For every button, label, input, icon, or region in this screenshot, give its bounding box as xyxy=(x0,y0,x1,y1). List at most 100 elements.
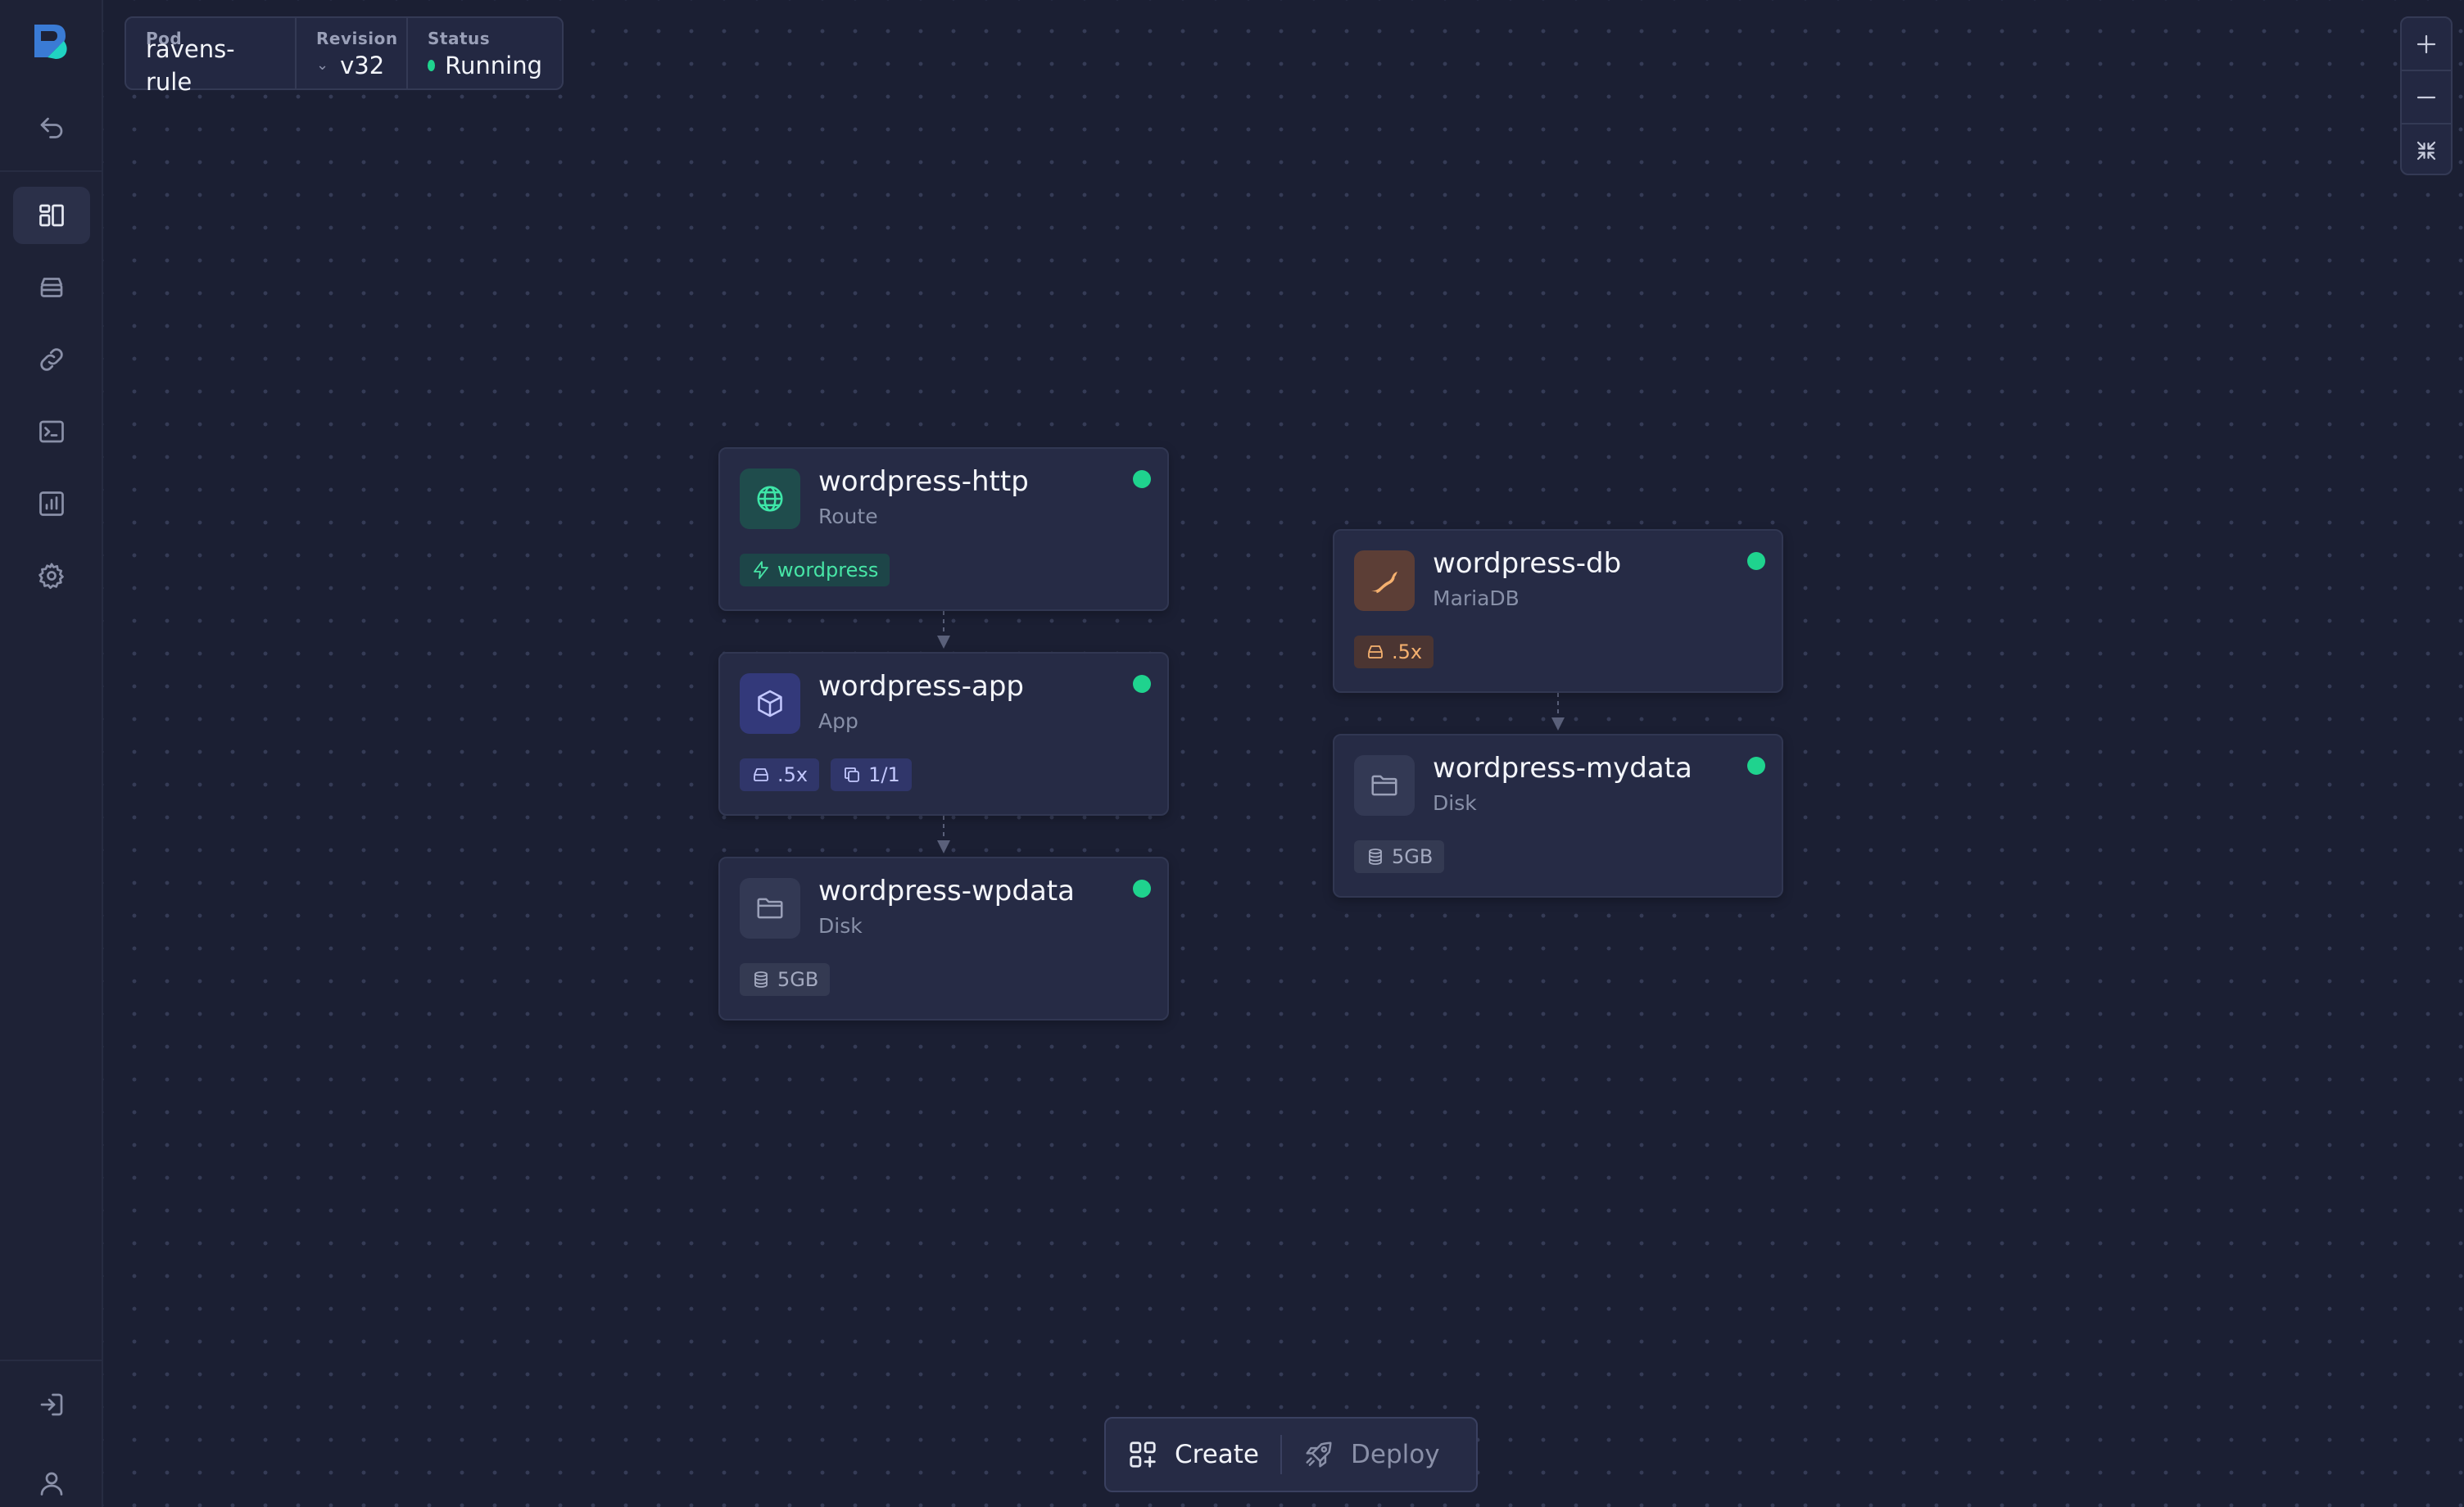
node-icon-box xyxy=(740,468,800,529)
badge-text: 1/1 xyxy=(868,763,900,786)
zoom-out-icon xyxy=(2416,96,2436,98)
sidebar xyxy=(0,0,103,1507)
chevron-down-icon: ⌄ xyxy=(316,57,329,74)
node-wordpress-mydata[interactable]: wordpress-mydata Disk 5GB xyxy=(1333,734,1783,898)
node-icon-box xyxy=(1354,550,1415,611)
sidebar-item-account[interactable] xyxy=(13,1455,90,1507)
sidebar-item-settings[interactable] xyxy=(13,547,90,604)
cpu-badge[interactable]: .5x xyxy=(740,758,820,791)
node-wordpress-app[interactable]: wordpress-app App .5x 1/1 xyxy=(718,652,1169,816)
deploy-label: Deploy xyxy=(1351,1440,1440,1469)
node-badges: .5x xyxy=(1354,636,1434,668)
revision-value: v32 xyxy=(340,52,385,79)
app-logo[interactable] xyxy=(31,21,72,61)
status-dot-icon xyxy=(1133,880,1151,898)
status-dot-icon xyxy=(1133,675,1151,693)
node-wordpress-wpdata[interactable]: wordpress-wpdata Disk 5GB xyxy=(718,857,1169,1021)
zoom-in-button[interactable] xyxy=(2402,18,2451,71)
app-root: Pod ravens-rule Revision ⌄ v32 Status Ru… xyxy=(0,0,2464,1507)
layout-icon xyxy=(39,204,64,227)
fit-view-button[interactable] xyxy=(2402,124,2451,176)
status-dot-icon xyxy=(1133,470,1151,488)
sidebar-item-login[interactable] xyxy=(13,1376,90,1433)
folder-icon xyxy=(1371,775,1397,796)
mariadb-seal-icon xyxy=(1371,571,1397,594)
node-badges: wordpress xyxy=(740,554,890,586)
gear-icon xyxy=(38,563,64,590)
node-badges: 5GB xyxy=(1354,840,1445,873)
sidebar-item-back[interactable] xyxy=(13,100,90,157)
zoom-in-icon xyxy=(2416,34,2436,53)
status-dot-icon xyxy=(1747,757,1765,775)
replicas-badge[interactable]: 1/1 xyxy=(831,758,912,791)
status-value: Running xyxy=(445,52,542,79)
folder-icon xyxy=(757,898,783,919)
sidebar-item-storage[interactable] xyxy=(13,259,90,316)
badge-text: .5x xyxy=(777,763,808,786)
revision-selector[interactable]: Revision ⌄ v32 xyxy=(297,18,408,88)
node-icon-box xyxy=(1354,755,1415,816)
badge-text: .5x xyxy=(1392,640,1423,663)
add-grid-icon xyxy=(1130,1441,1156,1468)
zoom-out-button[interactable] xyxy=(2402,71,2451,124)
disk-size-badge[interactable]: 5GB xyxy=(740,963,831,996)
database-tray-icon xyxy=(40,278,63,297)
badge-text: wordpress xyxy=(777,559,879,582)
status-dot-icon xyxy=(1747,552,1765,570)
badge-text: 5GB xyxy=(1392,845,1434,868)
node-badges: .5x 1/1 xyxy=(740,758,912,791)
node-title: wordpress-app xyxy=(818,670,1024,703)
node-subtitle: App xyxy=(818,709,858,733)
bar-chart-icon xyxy=(39,491,64,516)
terminal-icon xyxy=(39,420,64,443)
zoom-controls xyxy=(2400,16,2453,175)
sidebar-divider-bottom xyxy=(0,1360,103,1361)
pod-name: ravens-rule xyxy=(146,35,235,96)
sidebar-item-links[interactable] xyxy=(13,331,90,388)
node-icon-box xyxy=(740,878,800,939)
rocket-icon xyxy=(1306,1441,1332,1468)
fit-view-icon xyxy=(2416,141,2436,160)
node-subtitle: Disk xyxy=(1433,791,1477,815)
login-icon xyxy=(40,1393,63,1416)
create-button[interactable]: Create xyxy=(1106,1419,1280,1491)
node-subtitle: MariaDB xyxy=(1433,586,1520,610)
connector-db-mydata xyxy=(1551,693,1565,731)
create-label: Create xyxy=(1175,1440,1260,1469)
status-dot-icon xyxy=(428,60,436,71)
pod-info-panel: Pod ravens-rule Revision ⌄ v32 Status Ru… xyxy=(125,16,564,96)
connector-app-wpdata xyxy=(937,816,950,853)
bolt-icon xyxy=(754,561,768,579)
disk-size-badge[interactable]: 5GB xyxy=(1354,840,1445,873)
sidebar-item-overview[interactable] xyxy=(13,187,90,244)
revision-value-row: ⌄ v32 xyxy=(316,49,387,82)
globe-icon xyxy=(757,486,783,512)
node-icon-box xyxy=(740,673,800,734)
cube-icon xyxy=(758,690,782,717)
pod-cell[interactable]: Pod ravens-rule xyxy=(126,18,297,96)
route-badge[interactable]: wordpress xyxy=(740,554,890,586)
cpu-badge[interactable]: .5x xyxy=(1354,636,1434,668)
user-icon xyxy=(40,1472,63,1496)
sidebar-item-terminal[interactable] xyxy=(13,403,90,460)
node-wordpress-db[interactable]: wordpress-db MariaDB .5x xyxy=(1333,529,1783,693)
node-wordpress-http[interactable]: wordpress-http Route wordpress xyxy=(718,447,1169,611)
undo-icon xyxy=(40,117,63,138)
connector-http-app xyxy=(937,611,950,649)
sidebar-item-metrics[interactable] xyxy=(13,475,90,532)
bottom-toolbar: Create Deploy xyxy=(1104,1417,1478,1492)
node-subtitle: Disk xyxy=(818,914,863,938)
deploy-button[interactable]: Deploy xyxy=(1282,1419,1461,1491)
logo-icon xyxy=(34,25,67,59)
topology-canvas[interactable] xyxy=(103,0,2464,1507)
cpu-tray-icon xyxy=(754,768,768,781)
database-icon xyxy=(754,971,768,988)
database-icon xyxy=(1369,849,1382,865)
status-label: Status xyxy=(428,29,491,48)
status-cell: Status Running xyxy=(408,18,562,88)
link-icon xyxy=(40,348,63,371)
cpu-tray-icon xyxy=(1368,645,1383,658)
status-value-row: Running xyxy=(428,49,542,82)
node-title: wordpress-http xyxy=(818,465,1029,498)
revision-label: Revision xyxy=(316,29,398,48)
